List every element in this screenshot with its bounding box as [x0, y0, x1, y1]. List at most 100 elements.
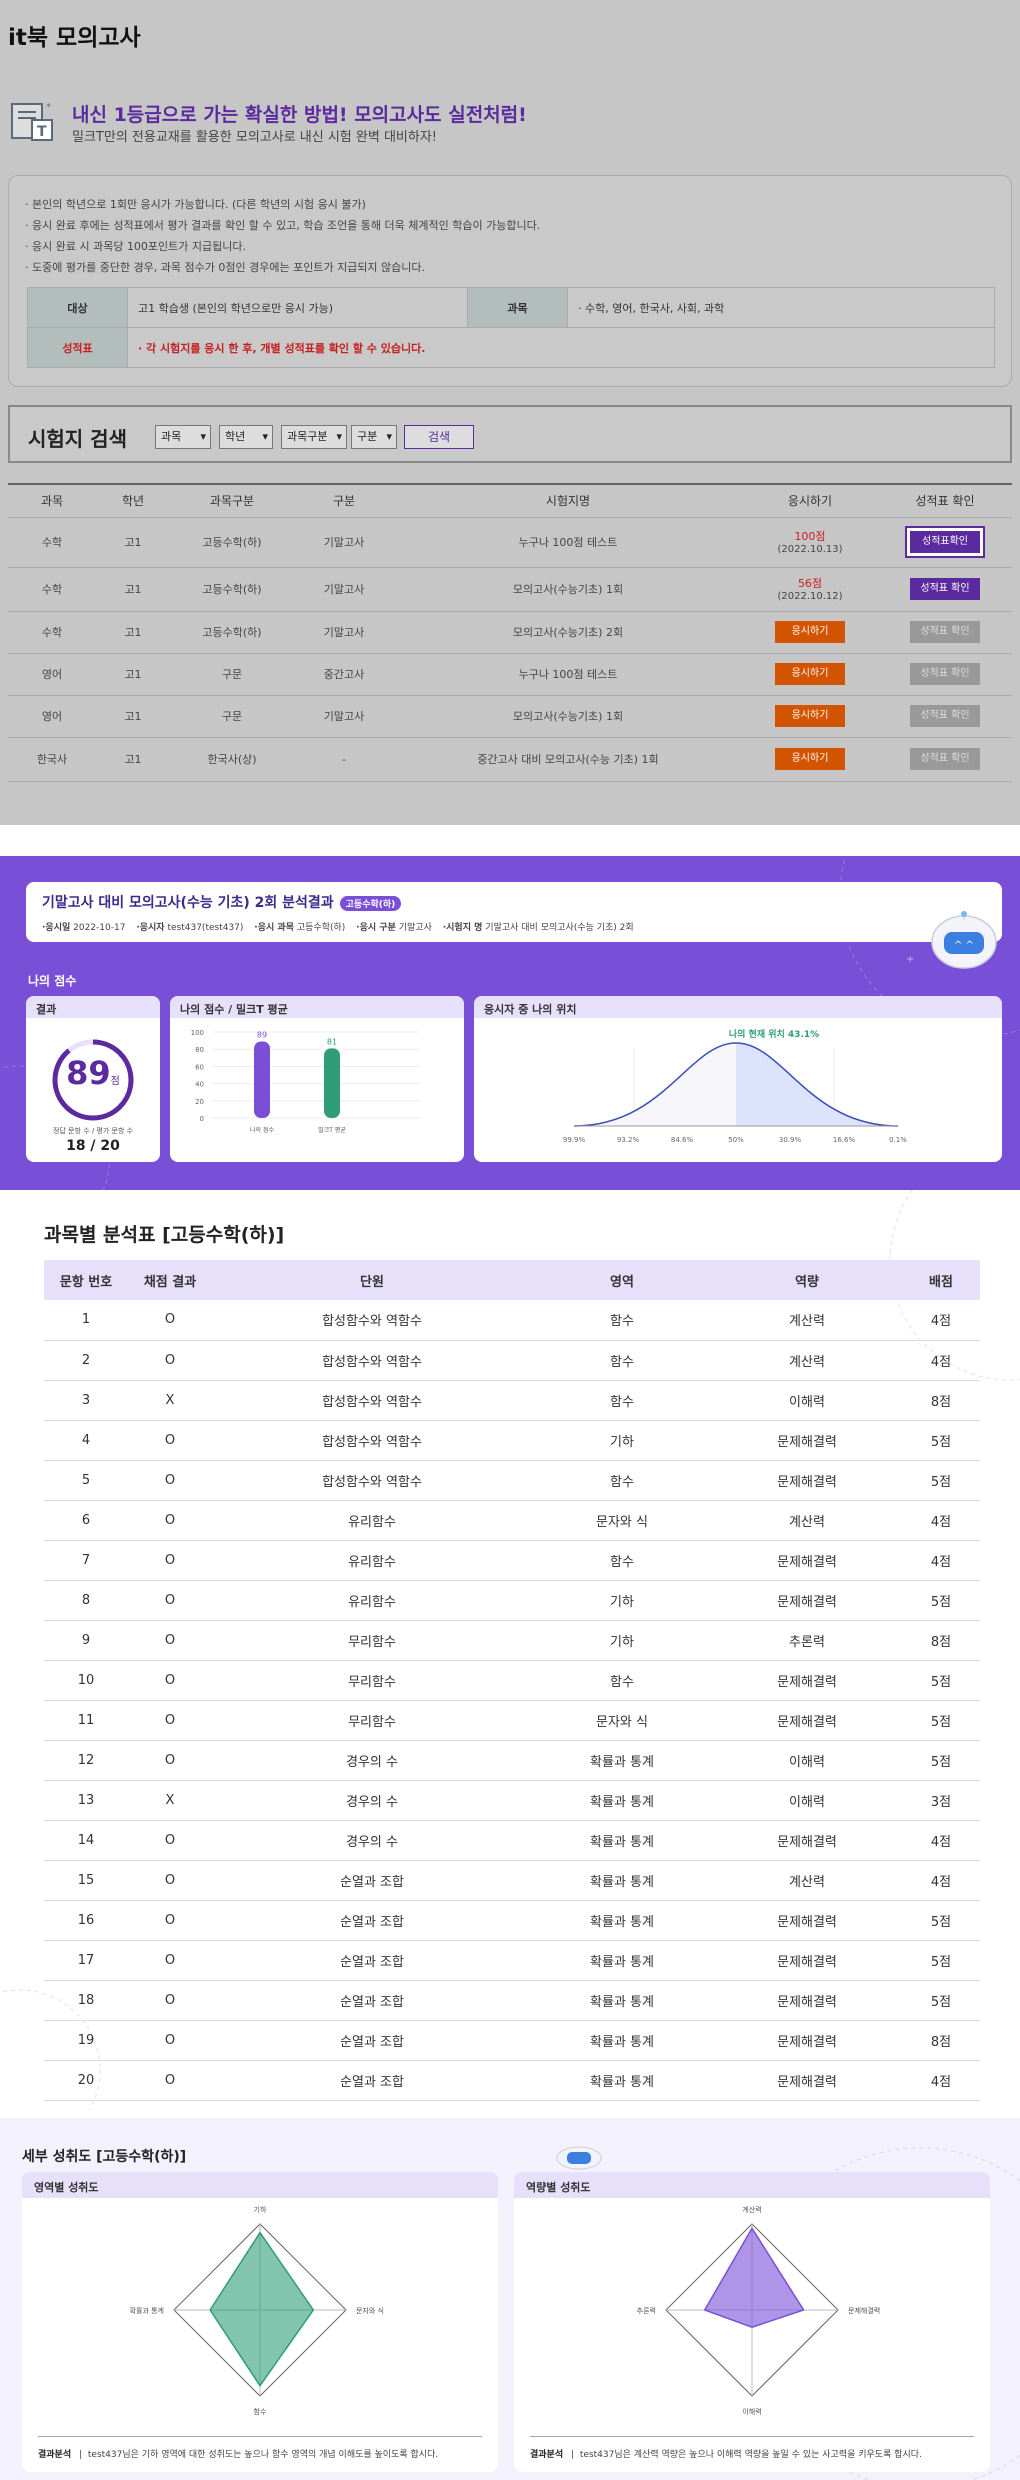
cell-question-number: 7: [44, 1540, 128, 1581]
cell-area: 확률과 통계: [532, 1980, 712, 2021]
cell-skill: 문제해결력: [712, 1820, 902, 1861]
subject-badge: 고등수학(하): [339, 895, 402, 911]
bell-right-area: [736, 1043, 898, 1126]
col-unit: 단원: [212, 1260, 532, 1300]
cell-question-number: 16: [44, 1900, 128, 1941]
cell-question-number: 5: [44, 1460, 128, 1501]
cell-area: 함수: [532, 1540, 712, 1581]
y-tick: 40: [195, 1081, 204, 1089]
cell-area: 확률과 통계: [532, 1940, 712, 1981]
table-row: 7 O 유리함수 함수 문제해결력 4점: [44, 1540, 980, 1581]
cell-skill: 이해력: [712, 1780, 902, 1821]
score-display: 89점: [26, 1054, 160, 1092]
cell-area: 확률과 통계: [532, 1820, 712, 1861]
cell-area: 확률과 통계: [532, 1740, 712, 1781]
cell-area: 함수: [532, 1380, 712, 1421]
cell-area: 확률과 통계: [532, 1900, 712, 1941]
take-exam-button[interactable]: 응시하기: [775, 663, 845, 685]
score-bar-chart: 100 80 60 40 20 0 89 나의 점수 81 밀크T 평균: [191, 1029, 420, 1134]
cell-grade: 고1: [96, 611, 170, 654]
exam-paper-icon: T *: [11, 102, 53, 141]
take-exam-button[interactable]: 응시하기: [775, 748, 845, 770]
table-row: 영어 고1 구문 기말고사 모의고사(수능기초) 1회 응시하기 성적표 확인: [8, 695, 1012, 738]
search-button[interactable]: 검색: [404, 425, 474, 449]
y-tick: 20: [195, 1098, 204, 1106]
col-grading-result: 채점 결과: [128, 1260, 212, 1300]
analysis-section: 과목별 분석표 [고등수학(하)] 문항 번호 채점 결과 단원 영역 역량 배…: [0, 1190, 1020, 2110]
cell-type: 기말고사: [294, 611, 394, 654]
result-title: 기말고사 대비 모의고사(수능 기초) 2회 분석결과 고등수학(하): [42, 892, 402, 912]
table-row: 5 O 합성함수와 역함수 함수 문제해결력 5점: [44, 1460, 980, 1501]
cell-take: 응시하기: [742, 737, 878, 782]
cell-category: 구문: [170, 695, 294, 738]
table-row: 19 O 순열과 조합 확률과 통계 문제해결력 8점: [44, 2020, 980, 2061]
cell-area: 확률과 통계: [532, 1780, 712, 1821]
radar-axis-label: 계산력: [742, 2205, 761, 2214]
subject-select[interactable]: 과목: [155, 425, 211, 449]
result-title-text: 기말고사 대비 모의고사(수능 기초) 2회 분석결과: [42, 895, 334, 911]
cell-subject: 영어: [8, 653, 96, 696]
report-button[interactable]: 성적표 확인: [910, 578, 980, 600]
cell-question-number: 15: [44, 1860, 128, 1901]
cell-grading-result: O: [128, 2020, 212, 2061]
search-title: 시험지 검색: [28, 427, 127, 451]
cell-question-number: 1: [44, 1300, 128, 1341]
table-row: 9 O 무리함수 기하 추론력 8점: [44, 1620, 980, 1661]
radar-axis-label: 추론력: [637, 2307, 656, 2315]
meta-value: 2022-10-17: [73, 923, 126, 933]
cell-question-number: 17: [44, 1940, 128, 1981]
bell-left-area: [574, 1043, 736, 1126]
type-select[interactable]: 구분: [351, 425, 397, 449]
cell-grading-result: O: [128, 1300, 212, 1341]
report-value: · 각 시험지를 응시 한 후, 개별 성적표를 확인 할 수 있습니다.: [127, 327, 995, 368]
report-button-disabled: 성적표 확인: [910, 663, 980, 685]
report-button-focus: 성적표확인: [905, 526, 985, 558]
cell-unit: 유리함수: [212, 1580, 532, 1621]
cell-name: 누구나 100점 테스트: [394, 653, 742, 696]
table-row: 11 O 무리함수 문자와 식 문제해결력 5점: [44, 1700, 980, 1741]
result-header: 기말고사 대비 모의고사(수능 기초) 2회 분석결과 고등수학(하) ·응시일 …: [26, 882, 1002, 942]
cell-skill: 문제해결력: [712, 1420, 902, 1461]
robot-mascot-icon: ^ ^: [931, 911, 997, 969]
cell-category: 고등수학(하): [170, 567, 294, 612]
svg-text:*: *: [46, 102, 51, 113]
cell-type: 기말고사: [294, 567, 394, 612]
cell-category: 고등수학(하): [170, 517, 294, 568]
result-card: 결과 89점 정답 문항 수 / 평가 문항 수 18 / 20: [26, 996, 160, 1162]
radar-axis-label: 문자와 식: [356, 2306, 384, 2315]
cell-type: 기말고사: [294, 695, 394, 738]
analysis-label: 결과분석: [38, 2450, 72, 2460]
notice-item: · 응시 완료 후에는 성적표에서 평가 결과를 확인 할 수 있고, 학습 조…: [25, 219, 541, 232]
cell-unit: 무리함수: [212, 1660, 532, 1701]
table-row: 수학 고1 고등수학(하) 기말고사 모의고사(수능기초) 1회 56점 (202…: [8, 567, 1012, 612]
take-exam-button[interactable]: 응시하기: [775, 705, 845, 727]
col-skill: 역량: [712, 1260, 902, 1300]
bell-tick: 99.9%: [563, 1136, 586, 1144]
grade-select[interactable]: 학년: [219, 425, 273, 449]
y-tick: 60: [195, 1063, 204, 1071]
promo-banner: T * 내신 1등급으로 가는 확실한 방법! 모의고사도 실전처럼! 밀크T만…: [10, 96, 1010, 156]
bar-value-label: 89: [257, 1030, 267, 1039]
table-row: 수학 고1 고등수학(하) 기말고사 누구나 100점 테스트 100점 (202…: [8, 517, 1012, 568]
correct-caption: 정답 문항 수 / 평가 문항 수: [52, 1127, 134, 1135]
category-select[interactable]: 과목구분: [281, 425, 347, 449]
cell-grading-result: O: [128, 1740, 212, 1781]
cell-grading-result: O: [128, 1340, 212, 1381]
cell-subject: 영어: [8, 695, 96, 738]
cell-skill: 문제해결력: [712, 2020, 902, 2061]
meta-value: 기말고사: [398, 923, 432, 933]
cell-grading-result: X: [128, 1380, 212, 1421]
cell-category: 구문: [170, 653, 294, 696]
cell-subject: 수학: [8, 517, 96, 568]
cell-report: 성적표확인: [878, 517, 1012, 568]
cell-question-number: 14: [44, 1820, 128, 1861]
take-exam-button[interactable]: 응시하기: [775, 621, 845, 643]
report-button[interactable]: 성적표확인: [910, 531, 980, 553]
cell-skill: 계산력: [712, 1340, 902, 1381]
table-row: 20 O 순열과 조합 확률과 통계 문제해결력 4점: [44, 2060, 980, 2101]
svg-text:T: T: [37, 124, 47, 140]
cell-grade: 고1: [96, 737, 170, 782]
cell-unit: 순열과 조합: [212, 2020, 532, 2061]
detail-title: 세부 성취도 [고등수학(하)]: [22, 2149, 187, 2165]
meta-value: 기말고사 대비 모의고사(수능 기초) 2회: [485, 923, 634, 933]
